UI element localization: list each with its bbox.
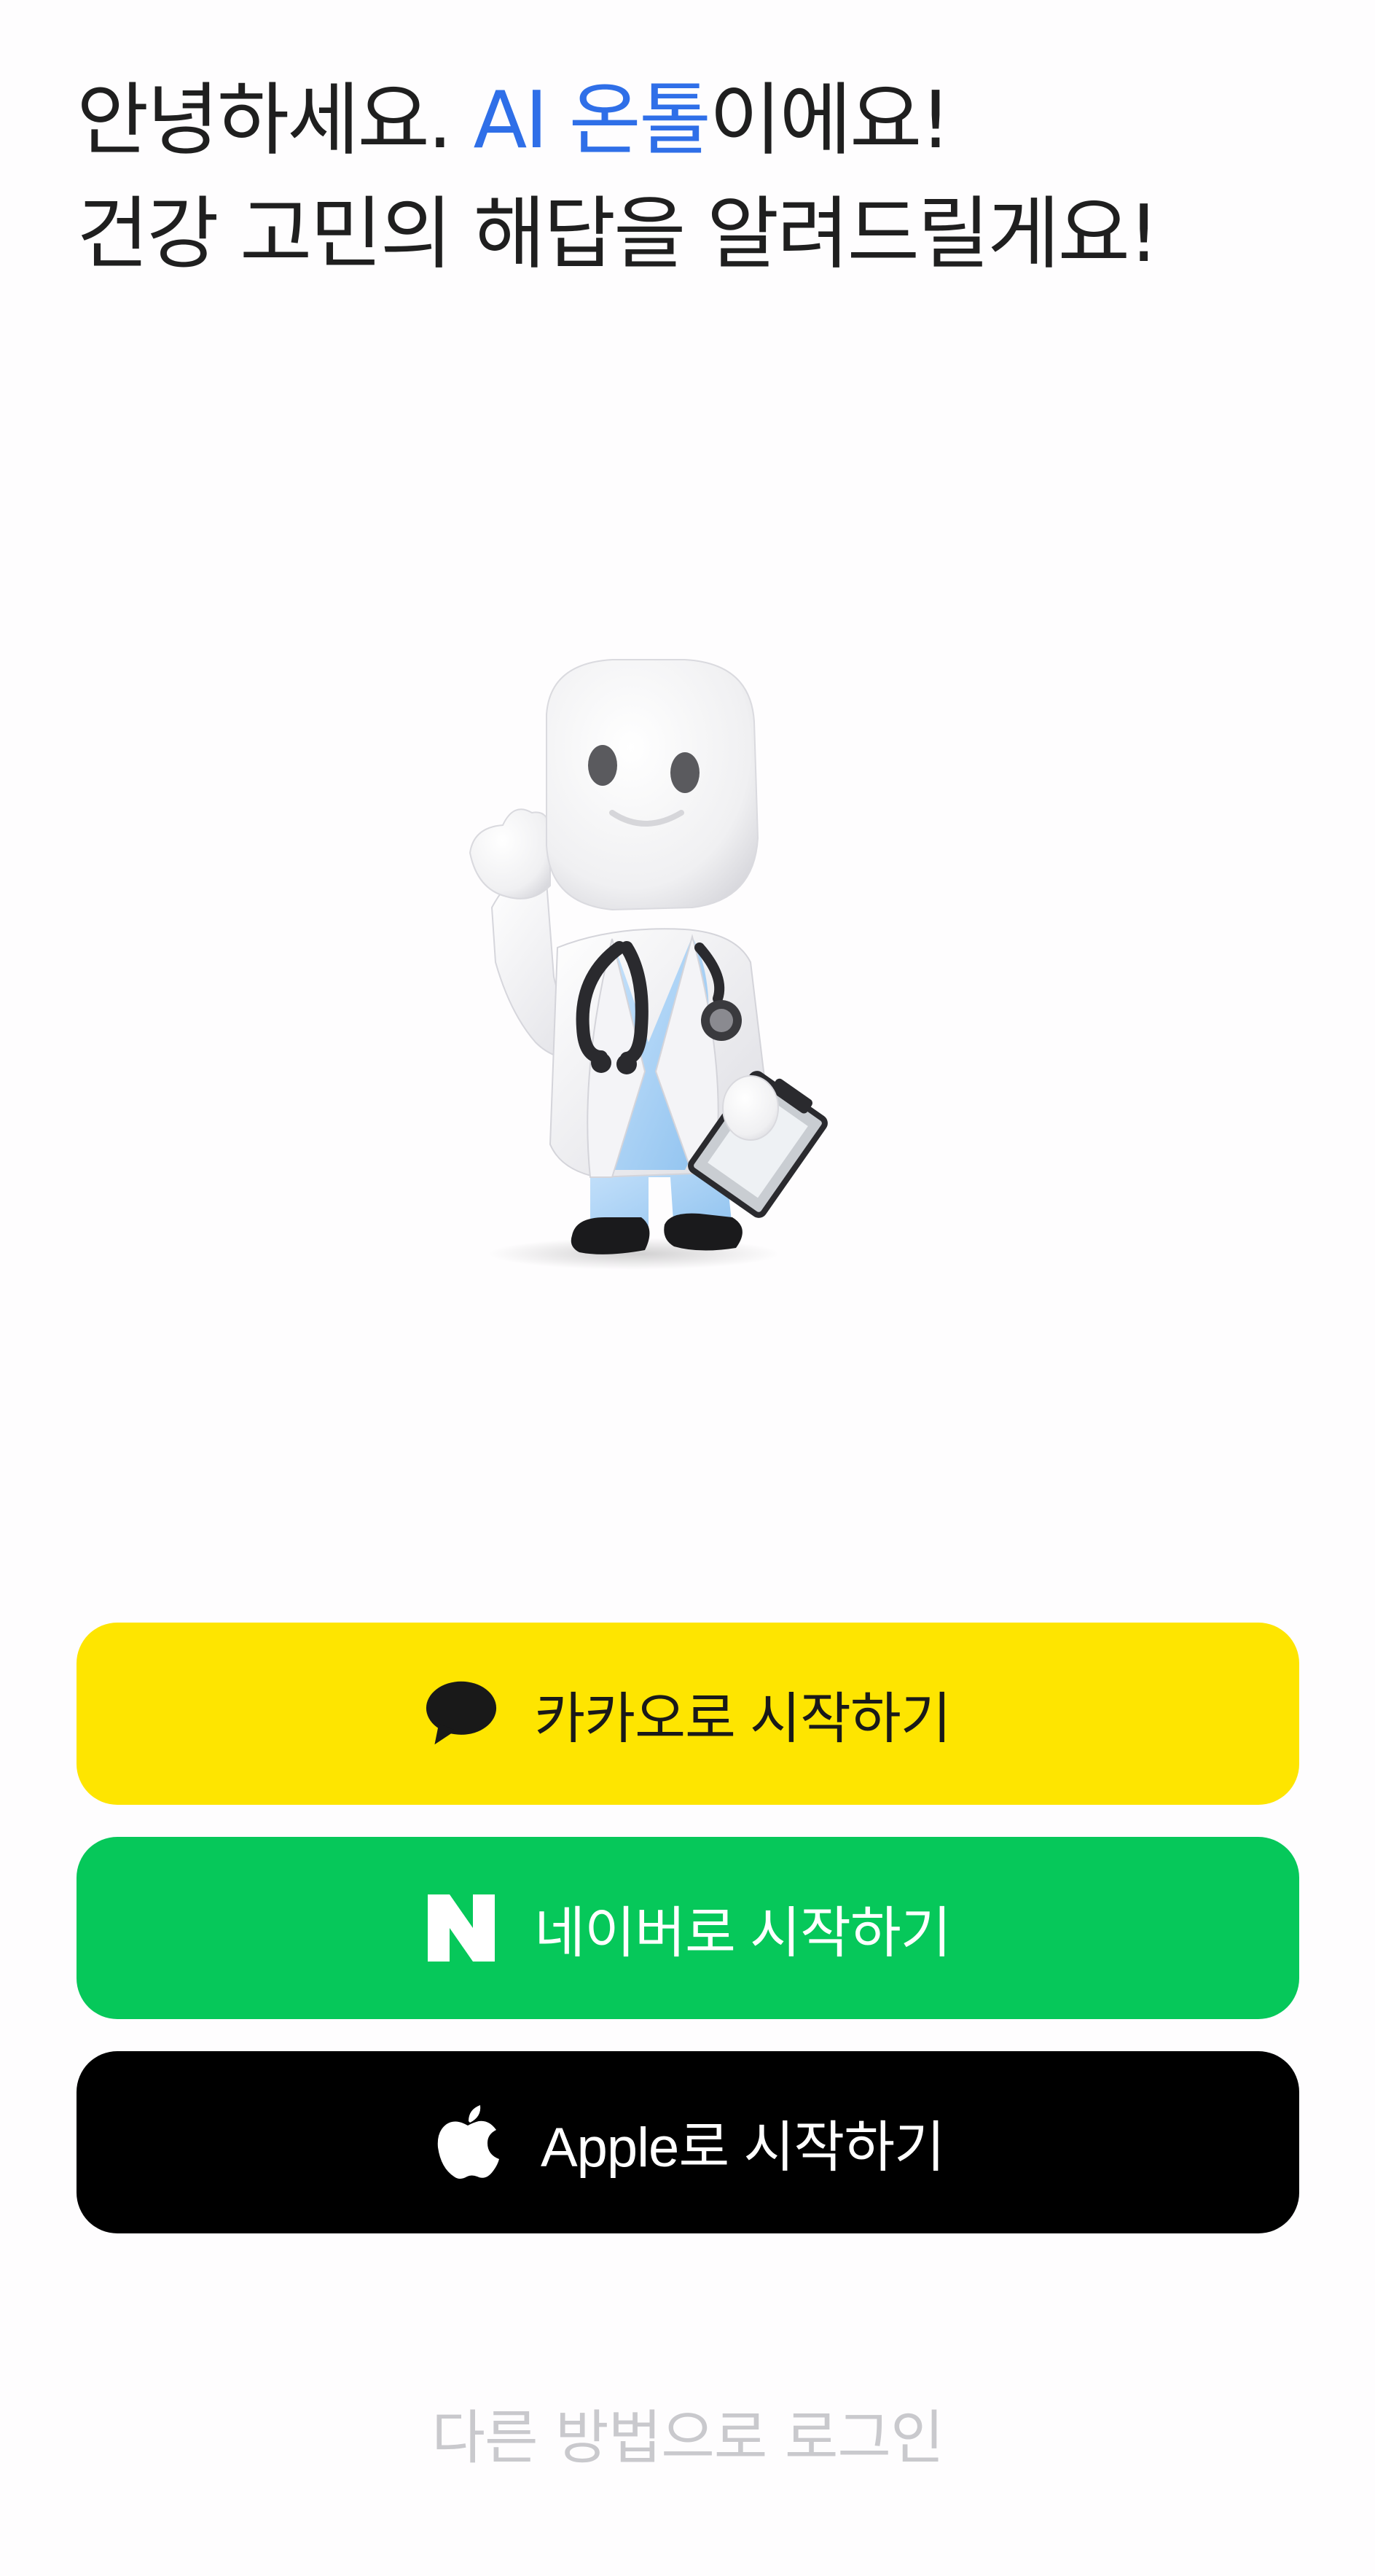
other-login-link[interactable]: 다른 방법으로 로그인 — [0, 2391, 1375, 2475]
apple-login-button[interactable]: Apple로 시작하기 — [77, 2051, 1299, 2233]
apple-icon — [431, 2105, 504, 2179]
greeting-line-2: 건강 고민의 해답을 알려드릴게요! — [77, 189, 1159, 280]
greeting-prefix: 안녕하세요. — [77, 75, 474, 166]
naver-n-icon — [425, 1892, 498, 1964]
greeting-suffix: 이에요! — [709, 75, 951, 166]
kakao-login-label: 카카오로 시작하기 — [534, 1688, 951, 1750]
kakao-login-button[interactable]: 카카오로 시작하기 — [77, 1623, 1299, 1805]
greeting-title: 안녕하세요. AI 온톨이에요! 건강 고민의 해답을 알려드릴게요! — [77, 64, 1315, 292]
doctor-mascot-illustration — [393, 634, 904, 1276]
kakao-talk-icon — [425, 1677, 498, 1750]
app-name-highlight: AI 온톨 — [473, 75, 711, 166]
greeting-line-1: 안녕하세요. AI 온톨이에요! — [77, 64, 1315, 178]
naver-login-button[interactable]: 네이버로 시작하기 — [77, 1837, 1299, 2019]
apple-login-label: Apple로 시작하기 — [540, 2117, 945, 2179]
naver-login-label: 네이버로 시작하기 — [534, 1902, 951, 1964]
